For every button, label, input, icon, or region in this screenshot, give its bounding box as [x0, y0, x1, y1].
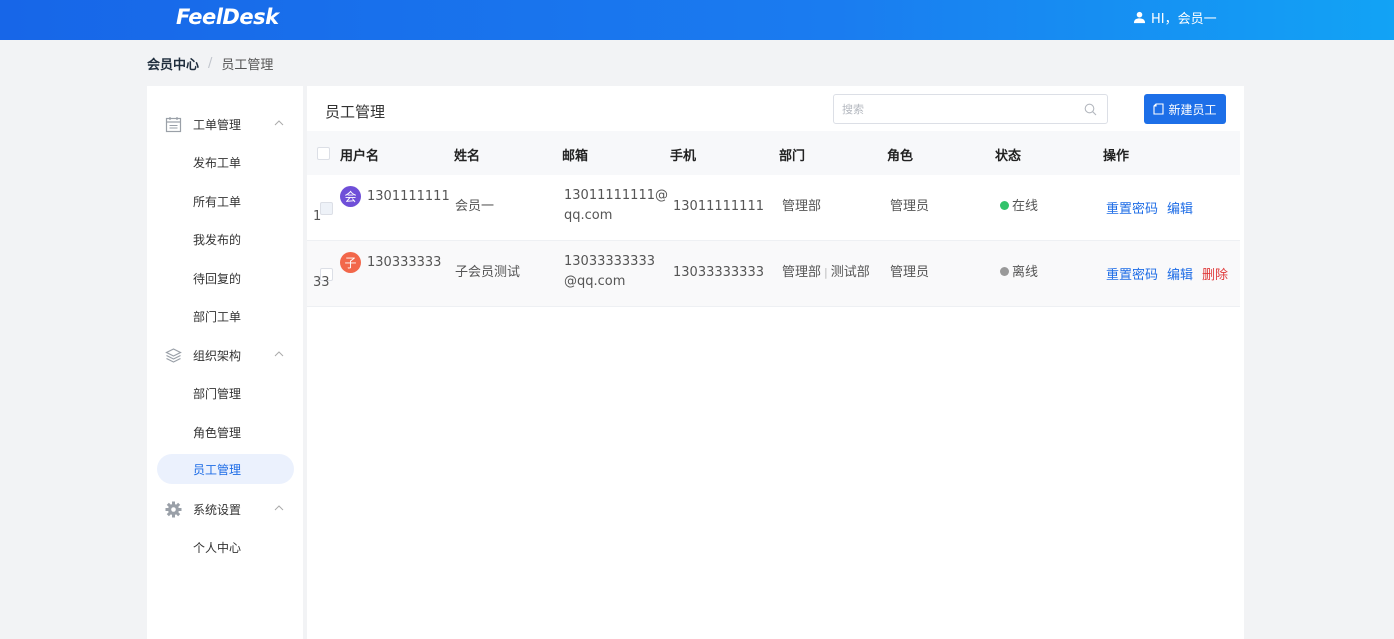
email-cell: 13033333333 @qq.com: [564, 252, 655, 292]
email-line: 13033333333: [564, 254, 655, 269]
department-separator: |: [824, 266, 828, 279]
column-header-email[interactable]: 邮箱: [562, 145, 588, 164]
name-cell: 子会员测试: [455, 265, 521, 280]
search-box[interactable]: [833, 94, 1108, 124]
sidebar-item-my-tickets[interactable]: 我发布的: [193, 231, 241, 248]
username-line: 1: [313, 209, 322, 224]
role-cell: 管理员: [890, 199, 930, 214]
email-line: 13011111111@: [564, 188, 668, 203]
sidebar-item-staff-management[interactable]: 员工管理: [157, 454, 294, 484]
search-icon[interactable]: [1084, 103, 1097, 116]
search-input[interactable]: [842, 95, 1077, 123]
role-cell: 管理员: [890, 265, 930, 280]
phone-cell: 13011111111: [673, 199, 764, 214]
column-header-actions: 操作: [1103, 149, 1130, 164]
calendar-icon: [165, 117, 182, 133]
avatar: 会: [340, 186, 361, 207]
logo[interactable]: FeelDesk: [176, 5, 279, 29]
layers-icon: [165, 348, 182, 363]
department-name: 测试部: [830, 265, 870, 280]
table-row: 1301111111 1 会 会员一 13011111111@ qq.com 1…: [307, 175, 1240, 241]
user-greeting: HI，会员一: [1151, 12, 1217, 27]
department-cell: 管理部 | 测试部: [782, 263, 870, 283]
chevron-up-icon: [274, 120, 284, 126]
sidebar: 工单管理 发布工单 所有工单 我发布的 待回复的 部门工单 组织架构 部门管理 …: [147, 86, 303, 639]
sidebar-item-label: 员工管理: [193, 463, 242, 477]
column-header-role[interactable]: 角色: [887, 145, 913, 164]
reset-password-link[interactable]: 重置密码: [1106, 264, 1158, 283]
table-header: 用户名 姓名 邮箱 手机 部门 角色 状态 操作: [307, 131, 1240, 175]
status-cell: 离线: [1000, 263, 1038, 283]
status-text: 在线: [1012, 199, 1039, 214]
chevron-up-icon: [274, 505, 284, 511]
column-header-department[interactable]: 部门: [779, 145, 805, 164]
page-title: 员工管理: [325, 103, 386, 121]
email-cell: 13011111111@ qq.com: [564, 186, 668, 226]
sidebar-group-organization[interactable]: 组织架构: [147, 336, 303, 374]
status-offline-dot: [1000, 267, 1009, 276]
sidebar-item-dept-tickets[interactable]: 部门工单: [193, 308, 241, 325]
select-all-checkbox[interactable]: [317, 147, 330, 160]
column-header-username[interactable]: 用户名: [340, 145, 379, 164]
department-cell: 管理部: [782, 199, 822, 214]
sidebar-group-label: 组织架构: [193, 349, 242, 363]
sidebar-group-system-settings[interactable]: 系统设置: [147, 490, 303, 528]
new-staff-button[interactable]: 新建员工: [1144, 94, 1226, 124]
row-checkbox[interactable]: [320, 202, 333, 215]
name-cell: 会员一: [455, 199, 495, 214]
sidebar-group-tickets[interactable]: 工单管理: [147, 105, 303, 143]
status-cell: 在线: [1000, 197, 1038, 217]
user-icon: [1133, 11, 1146, 24]
sidebar-item-profile[interactable]: 个人中心: [193, 539, 241, 556]
username-line: 130333333: [367, 255, 442, 270]
reset-password-link[interactable]: 重置密码: [1106, 198, 1158, 217]
status-online-dot: [1000, 201, 1009, 210]
table-row: 130333333 33 子 子会员测试 13033333333 @qq.com…: [307, 241, 1240, 307]
column-header-phone[interactable]: 手机: [670, 145, 696, 164]
sidebar-item-all-tickets[interactable]: 所有工单: [193, 193, 241, 210]
breadcrumb: 会员中心 / 员工管理: [147, 54, 273, 73]
phone-cell: 13033333333: [673, 265, 764, 280]
column-header-name[interactable]: 姓名: [454, 145, 480, 164]
edit-link[interactable]: 编辑: [1167, 198, 1193, 217]
sidebar-item-role-management[interactable]: 角色管理: [193, 424, 241, 441]
new-staff-button-label: 新建员工: [1168, 102, 1217, 117]
sidebar-item-publish-ticket[interactable]: 发布工单: [193, 154, 241, 171]
sidebar-item-pending-reply[interactable]: 待回复的: [193, 270, 241, 287]
user-menu[interactable]: HI，会员一: [1133, 8, 1217, 27]
username-line: 1301111111: [367, 189, 450, 204]
top-bar: FeelDesk HI，会员一: [0, 0, 1394, 40]
sidebar-group-label: 工单管理: [193, 118, 242, 132]
column-header-status[interactable]: 状态: [995, 145, 1021, 164]
department-name: 管理部: [782, 265, 822, 280]
username-line: 33: [313, 275, 330, 290]
breadcrumb-current: 员工管理: [221, 58, 274, 73]
email-line: @qq.com: [564, 274, 626, 289]
edit-link[interactable]: 编辑: [1167, 264, 1193, 283]
breadcrumb-home[interactable]: 会员中心: [147, 54, 199, 73]
chevron-up-icon: [274, 351, 284, 357]
main-panel: 员工管理 新建员工 用户名 姓名 邮箱 手机 部门 角色 状态 操作 13011…: [307, 86, 1244, 639]
sidebar-group-label: 系统设置: [193, 503, 242, 517]
status-text: 离线: [1012, 265, 1039, 280]
breadcrumb-separator: /: [208, 56, 213, 71]
gear-icon: [165, 501, 182, 518]
document-icon: [1153, 103, 1165, 115]
avatar: 子: [340, 252, 361, 273]
sidebar-item-dept-management[interactable]: 部门管理: [193, 385, 241, 402]
delete-link[interactable]: 删除: [1202, 264, 1228, 283]
email-line: qq.com: [564, 208, 613, 223]
